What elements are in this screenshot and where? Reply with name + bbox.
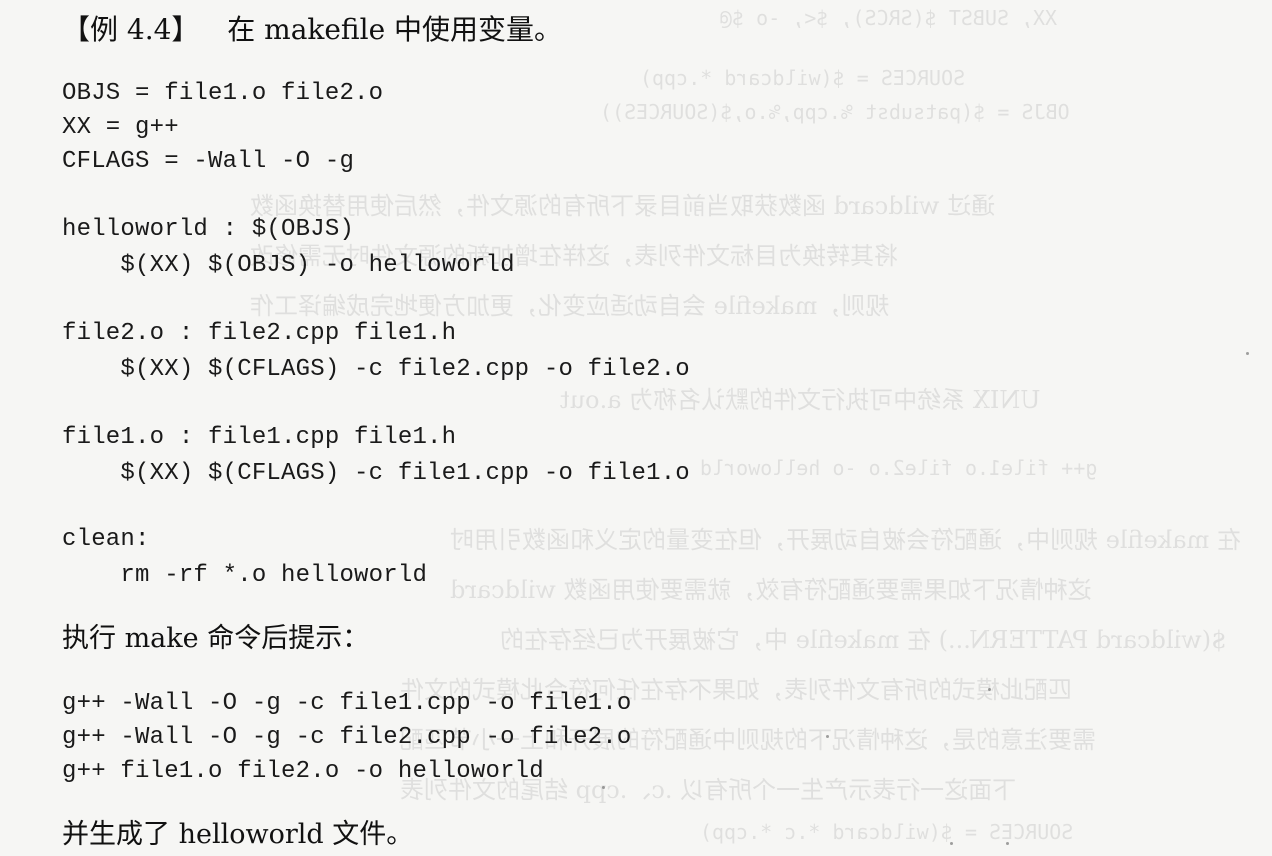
code-line: clean: (62, 526, 150, 553)
document-page: XX, SUBST $(SRCS), $<, -o $@ SOURCES = $… (0, 0, 1272, 856)
code-line: $(XX) $(CFLAGS) -c file1.cpp -o file1.o (62, 460, 690, 487)
code-line: $(XX) $(CFLAGS) -c file2.cpp -o file2.o (62, 356, 690, 383)
output-line: g++ file1.o file2.o -o helloworld (62, 758, 544, 785)
scan-speck (1006, 842, 1009, 845)
example-heading: 【例 4.4】 在 makefile 中使用变量。 (62, 8, 562, 48)
code-line: helloworld : $(OBJS) (62, 216, 355, 243)
code-line: XX = g++ (62, 114, 179, 141)
result-text: 并生成了 helloworld 文件。 (62, 819, 414, 850)
scan-speck (826, 735, 829, 738)
scan-speck (988, 688, 991, 691)
make-prompt-text: 执行 make 命令后提示： (62, 623, 370, 654)
code-line: file1.o : file1.cpp file1.h (62, 424, 457, 451)
scan-speck (1246, 352, 1249, 355)
output-line: g++ -Wall -O -g -c file2.cpp -o file2.o (62, 724, 632, 751)
code-line: file2.o : file2.cpp file1.h (62, 320, 457, 347)
scan-speck (602, 786, 605, 789)
example-title: 在 makefile 中使用变量。 (227, 13, 563, 46)
code-line: $(XX) $(OBJS) -o helloworld (62, 252, 515, 279)
code-line: OBJS = file1.o file2.o (62, 80, 384, 107)
output-line: g++ -Wall -O -g -c file1.cpp -o file1.o (62, 690, 632, 717)
example-number-label: 【例 4.4】 (62, 13, 200, 46)
code-line: CFLAGS = -Wall -O -g (62, 148, 355, 175)
code-line: rm -rf *.o helloworld (62, 562, 428, 589)
scan-speck (950, 842, 953, 845)
